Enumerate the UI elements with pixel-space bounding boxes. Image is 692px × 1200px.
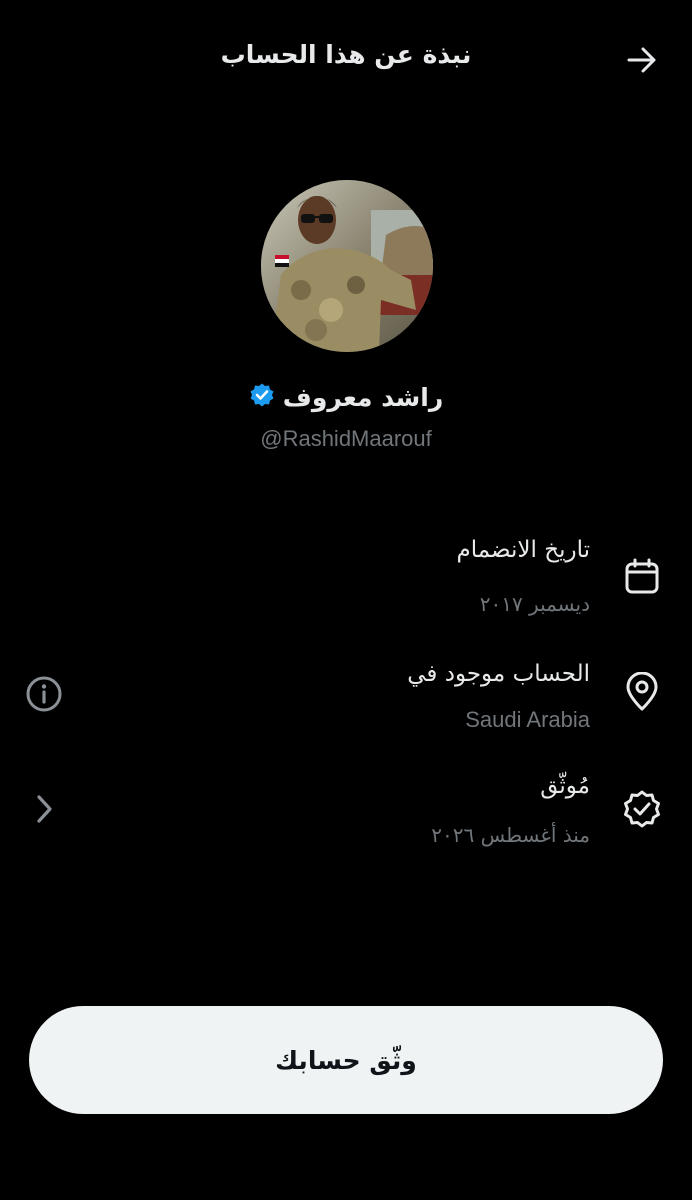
profile-name-row: راشد معروف (150, 382, 542, 412)
location-pin-icon (620, 670, 664, 714)
chevron-right-icon[interactable] (22, 787, 66, 831)
joined-title: تاريخ الانضمام (456, 537, 590, 563)
profile-handle: @RashidMaarouf (260, 426, 432, 451)
verified-badge-icon[interactable] (249, 382, 275, 412)
arrow-right-icon (625, 43, 659, 81)
location-title: الحساب موجود في (407, 661, 590, 687)
back-button[interactable] (622, 42, 662, 82)
verified-value: منذ أغسطس ٢٠٢٦ (431, 823, 590, 847)
verified-title: مُوثّق (540, 773, 590, 799)
verify-account-button[interactable]: وثّق حسابك (29, 1006, 663, 1114)
location-value: Saudi Arabia (465, 707, 590, 732)
profile-name: راشد معروف (282, 382, 444, 412)
calendar-icon (620, 555, 664, 599)
joined-value: ديسمبر ٢٠١٧ (479, 592, 590, 616)
verified-check-icon (620, 787, 664, 831)
avatar[interactable] (261, 180, 433, 352)
page-title: نبذة عن هذا الحساب (220, 40, 472, 69)
info-icon[interactable] (22, 672, 66, 716)
